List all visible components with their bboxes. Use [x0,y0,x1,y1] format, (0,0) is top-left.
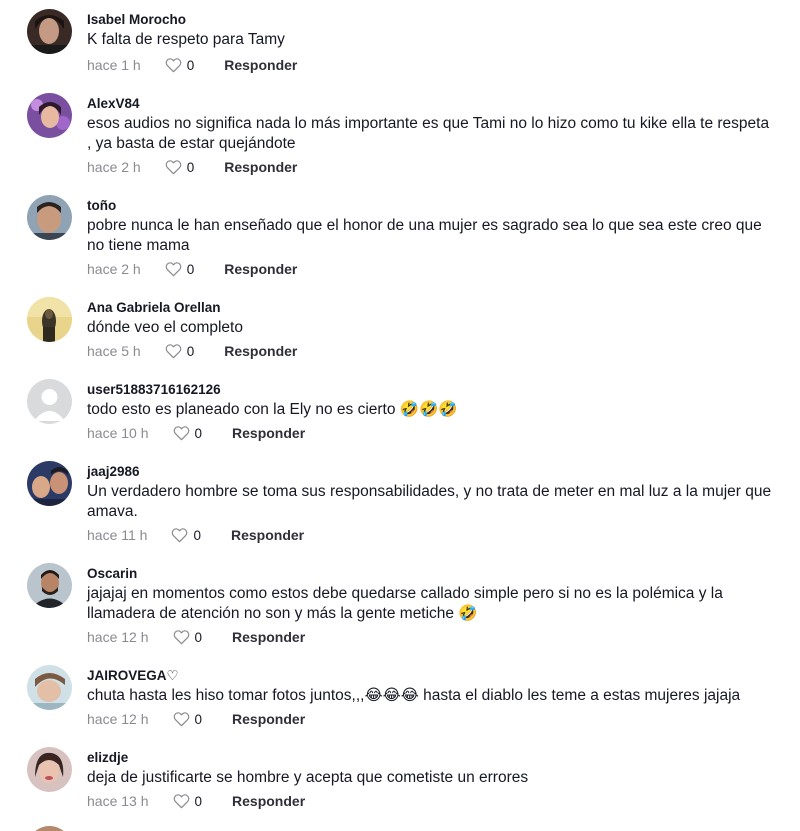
comment-text: todo esto es planeado con la Ely no es c… [87,400,777,420]
comment-text-content: todo esto es planeado con la Ely no es c… [87,401,396,418]
comment-time: hace 11 h [87,527,148,543]
reply-button[interactable]: Responder [232,793,305,809]
like-button[interactable]: 0 [165,261,195,277]
like-button[interactable]: 0 [171,527,201,543]
comment-time: hace 12 h [87,629,149,645]
comment-time: hace 2 h [87,261,141,277]
reply-button[interactable]: Responder [232,425,305,441]
comment-text: deja de justificarte se hombre y acepta … [87,769,529,786]
like-button[interactable]: 0 [173,425,203,441]
heart-outline-icon [165,58,182,73]
comment-meta: hace 12 h 0 Responder [87,709,305,729]
heart-outline-icon [165,344,182,359]
comment-meta: hace 2 h 0 Responder [87,157,297,177]
reply-button[interactable]: Responder [224,57,297,73]
avatar[interactable] [27,297,72,342]
comment-meta: hace 13 h 0 Responder [87,791,305,811]
emoji-rofl: 🤣🤣🤣 [399,401,458,418]
comment-time: hace 12 h [87,711,149,727]
heart-outline-icon [165,160,182,175]
comment-username[interactable]: elizdje [87,750,128,765]
reply-button[interactable]: Responder [232,711,305,727]
comment-meta: hace 11 h 0 Responder [87,525,304,545]
avatar[interactable] [27,195,72,240]
comment-text: K falta de respeto para Tamy [87,31,285,48]
comment-text-content: hasta el diablo les teme a estas mujeres… [418,687,741,704]
comment-username[interactable]: AlexV84 [87,96,140,111]
heart-outline-icon [173,794,189,809]
comment-text: pobre nunca le han enseñado que el honor… [87,217,762,254]
comment-time: hace 5 h [87,343,141,359]
like-count: 0 [186,261,195,277]
like-button[interactable]: 0 [165,57,195,73]
comment-username[interactable]: user51883716162126 [87,382,221,397]
comment-time: hace 2 h [87,159,141,175]
like-button[interactable]: 0 [165,159,195,175]
comment-list: Isabel Morocho K falta de respeto para T… [0,0,800,831]
avatar[interactable] [27,563,72,608]
comment-text: chuta hasta les hiso tomar fotos juntos,… [87,686,777,706]
like-count: 0 [186,343,195,359]
avatar[interactable] [27,747,72,792]
comment-text-content: chuta hasta les hiso tomar fotos juntos,… [87,687,365,704]
reply-button[interactable]: Responder [224,159,297,175]
comment-username[interactable]: JAIROVEGA♡ [87,668,179,684]
avatar[interactable] [27,665,72,710]
like-count: 0 [194,629,203,645]
comment-username[interactable]: jaaj2986 [87,464,140,479]
default-avatar-icon[interactable] [27,379,72,424]
heart-outline-icon [173,426,189,441]
like-count: 0 [186,57,195,73]
comment-time: hace 1 h [87,57,141,73]
comment-username[interactable]: Ana Gabriela Orellan [87,300,221,315]
avatar[interactable] [27,461,72,506]
like-button[interactable]: 0 [173,629,203,645]
comment-text: esos audios no significa nada lo más imp… [87,115,770,152]
like-count: 0 [194,425,203,441]
comment-username[interactable]: Isabel Morocho [87,12,186,27]
like-count: 0 [193,527,201,543]
heart-outline-icon [165,262,182,277]
reply-button[interactable]: Responder [232,629,305,645]
comment-meta: hace 2 h 0 Responder [87,259,297,279]
heart-outline-icon [173,630,189,645]
comment-username[interactable]: Oscarin [87,566,137,581]
avatar[interactable] [27,9,72,54]
comment-text: jajajaj en momentos como estos debe qued… [87,584,777,624]
comment-time: hace 10 h [87,425,149,441]
emoji-rofl: 🤣 [458,605,478,622]
avatar[interactable] [27,93,72,138]
like-count: 0 [194,711,203,727]
comment-meta: hace 12 h 0 Responder [87,627,305,647]
like-count: 0 [194,793,203,809]
heart-outline-icon [173,712,189,727]
emoji-joy: 😂😂😂 [364,687,419,704]
heart-outline-icon [172,528,188,543]
like-button[interactable]: 0 [165,343,195,359]
reply-button[interactable]: Responder [224,343,297,359]
reply-button[interactable]: Responder [231,527,304,543]
comment-time: hace 13 h [87,793,149,809]
like-count: 0 [186,159,195,175]
avatar[interactable] [27,826,72,831]
comment-username[interactable]: toño [87,198,116,213]
comment-text-content: jajajaj en momentos como estos debe qued… [87,585,723,622]
comment-meta: hace 5 h 0 Responder [87,341,297,361]
like-button[interactable]: 0 [173,711,203,727]
comment-text: Un verdadero hombre se toma sus responsa… [87,483,772,520]
reply-button[interactable]: Responder [224,261,297,277]
comment-meta: hace 10 h 0 Responder [87,423,305,443]
like-button[interactable]: 0 [173,793,203,809]
comment-text: dónde veo el completo [87,319,243,336]
comment-meta: hace 1 h 0 Responder [87,55,297,75]
